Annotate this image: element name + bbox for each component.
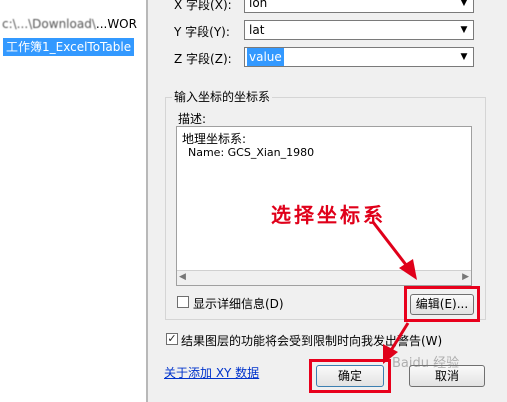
path-visible: ...WOR: [95, 17, 137, 31]
watermark: Baidu 经验: [392, 356, 460, 371]
x-field-value: lon: [249, 0, 268, 10]
show-details-checkbox[interactable]: [177, 296, 189, 308]
warning-checkbox[interactable]: ✓: [166, 333, 178, 345]
left-pane: c:\...\Download\...WOR 工作簿1_ExcelToTable: [0, 0, 146, 402]
group-title: 输入坐标的坐标系: [172, 88, 273, 105]
x-field-select[interactable]: lon ▼: [244, 0, 474, 13]
warning-label: 结果图层的功能将会受到限制时向我发出警告(W): [181, 334, 443, 348]
annotation-text: 选择坐标系: [271, 203, 386, 227]
z-field-value: value: [247, 48, 284, 66]
horizontal-scrollbar[interactable]: ◀ ▶: [177, 270, 471, 285]
ok-button[interactable]: 确定: [316, 365, 384, 387]
chevron-down-icon[interactable]: ▼: [457, 49, 471, 65]
path-text: c:\...\Download\...WOR: [2, 17, 137, 31]
description-line-1: 地理坐标系:: [182, 132, 247, 146]
y-field-select[interactable]: lat ▼: [244, 20, 474, 40]
y-field-label: Y 字段(Y):: [174, 25, 230, 39]
show-details-label: 显示详细信息(D): [193, 297, 284, 311]
y-field-value: lat: [249, 23, 265, 37]
x-field-label: X 字段(X):: [174, 0, 232, 12]
path-blurred: c:\...\Download\: [2, 17, 96, 31]
scroll-left-icon[interactable]: ◀: [179, 272, 186, 282]
about-xy-link[interactable]: 关于添加 XY 数据: [164, 364, 259, 381]
scroll-right-icon[interactable]: ▶: [462, 272, 469, 282]
description-label: 描述:: [178, 112, 207, 126]
chevron-down-icon[interactable]: ▼: [457, 0, 471, 11]
chevron-down-icon[interactable]: ▼: [457, 22, 471, 38]
z-field-label: Z 字段(Z):: [174, 52, 232, 66]
edit-button[interactable]: 编辑(E)...: [410, 294, 474, 315]
z-field-select[interactable]: value ▼: [244, 47, 474, 67]
tree-item-table[interactable]: 工作簿1_ExcelToTable: [3, 38, 135, 56]
description-line-2: Name: GCS_Xian_1980: [188, 146, 315, 159]
